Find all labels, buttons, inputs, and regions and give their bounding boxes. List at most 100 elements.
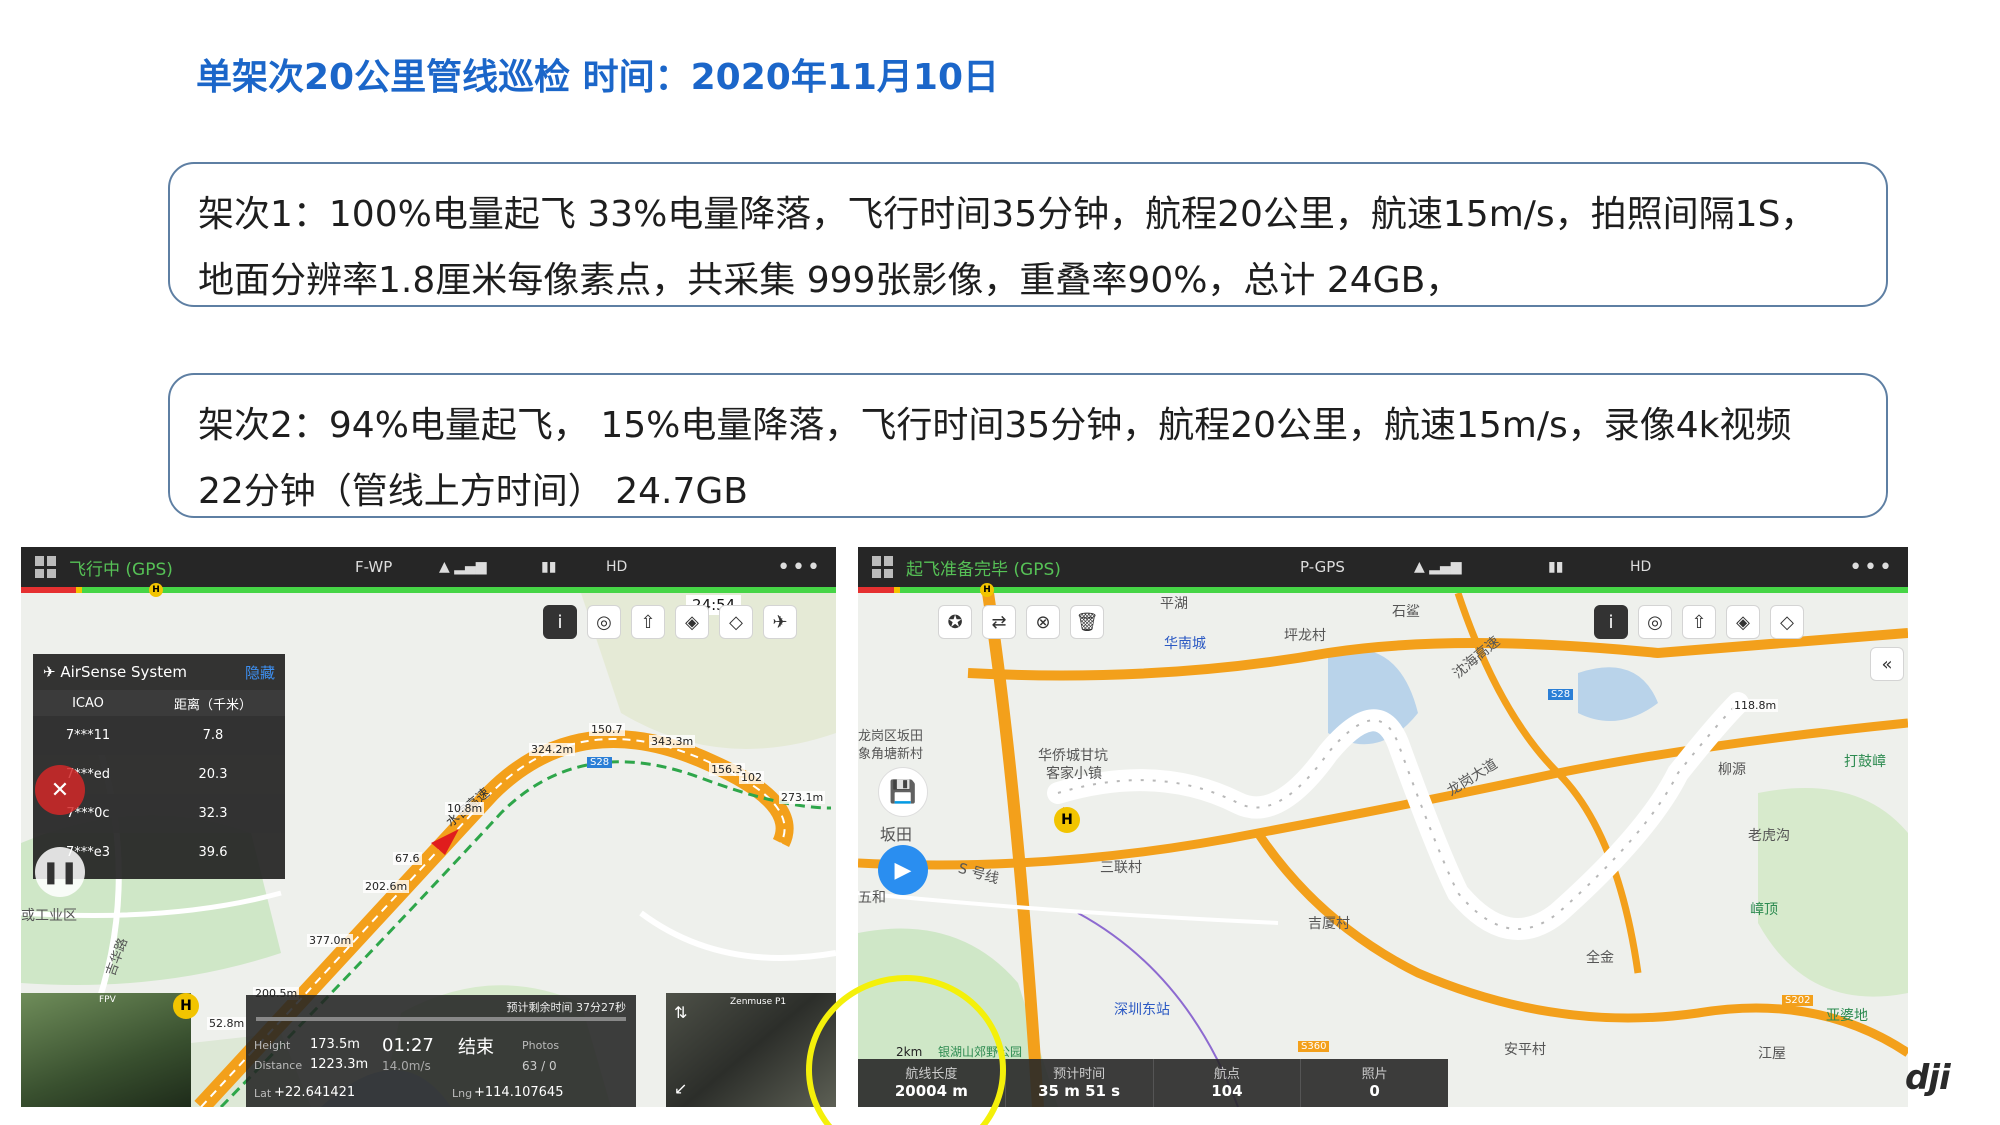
waypoint-distance: 52.8m — [207, 1017, 247, 1030]
distance-value: 1223.3m — [310, 1057, 369, 1072]
top-status-bar: 起飞准备完毕 (GPS) P-GPS ▲ ▂▄▆ ▮▮ HD ••• — [858, 547, 1908, 587]
estimated-time-value: 35 m 51 s — [1038, 1082, 1121, 1100]
map-label: 江屋 — [1758, 1046, 1786, 1062]
collapse-panel-icon[interactable]: « — [1870, 647, 1904, 681]
more-icon[interactable]: ••• — [777, 555, 822, 580]
map-label: 坪龙村 — [1284, 628, 1326, 644]
layers-icon[interactable]: ◈ — [675, 605, 709, 639]
map-label: 安平村 — [1504, 1042, 1546, 1058]
save-route-button[interactable]: 💾 — [878, 767, 928, 817]
airsense-title: AirSense System — [60, 663, 187, 681]
airsense-col-distance: 距离（千米） — [173, 697, 252, 713]
pause-mission-button[interactable]: ❚❚ — [35, 847, 85, 897]
locate-icon[interactable]: ◎ — [1638, 605, 1672, 639]
edit-toolbar: ✪ ⇄ ⊗ 🗑 — [938, 605, 1104, 639]
map-lock-icon[interactable]: ⇧ — [1682, 605, 1716, 639]
height-value: 173.5m — [310, 1037, 360, 1052]
collapse-icon[interactable]: ↙ — [674, 1079, 687, 1098]
map-label: 打鼓嶂 — [1844, 754, 1886, 770]
highway-shield: S202 — [1782, 995, 1814, 1006]
top-status-bar: 飞行中 (GPS) F-WP ▲ ▂▄▆ ▮▮ HD ••• — [21, 547, 836, 587]
map-label: 平湖 — [1160, 596, 1188, 612]
route-icon[interactable]: ⇄ — [982, 605, 1016, 639]
locate-icon[interactable]: ◎ — [587, 605, 621, 639]
highway-shield: S360 — [1298, 1041, 1330, 1052]
estimated-time-label: 预计时间 — [1053, 1067, 1106, 1082]
slide-title: 单架次20公里管线巡检 时间：2020年11月10日 — [196, 57, 1000, 98]
map-label: 石鲨 — [1392, 604, 1420, 620]
map-label: 客家小镇 — [1046, 766, 1102, 782]
highway-shield: S28 — [1548, 689, 1574, 700]
airsense-col-icao: ICAO — [72, 695, 104, 711]
flight-2-info-box: 架次2：94%电量起飞， 15%电量降落，飞行时间35分钟，航程20公里，航速1… — [168, 373, 1888, 518]
info-icon[interactable]: i — [1594, 605, 1628, 639]
longitude-value: +114.107645 — [474, 1085, 564, 1100]
map-lock-icon[interactable]: ⇧ — [631, 605, 665, 639]
waypoint-distance: 324.2m — [529, 743, 576, 756]
flight-icon[interactable]: ✈ — [763, 605, 797, 639]
photos-count: 63 / 0 — [522, 1059, 557, 1073]
flight-2-line-1: 架次2：94%电量起飞， 15%电量降落，飞行时间35分钟，航程20公里，航速1… — [198, 405, 1792, 446]
fpv-camera-preview[interactable]: FPV — [21, 993, 191, 1107]
map-label: 华南城 — [1164, 636, 1206, 652]
map-label: 亚婆地 — [1826, 1008, 1868, 1024]
stop-mission-button[interactable]: ✕ — [35, 765, 85, 815]
area-label: 或工业区 — [21, 908, 77, 924]
flight-2-line-2: 22分钟（管线上方时间） 24.7GB — [198, 471, 749, 512]
clear-icon[interactable]: ⊗ — [1026, 605, 1060, 639]
waypoints-value: 104 — [1211, 1082, 1243, 1100]
map-toolbar: i ◎ ⇧ ◈ ◇ — [1594, 605, 1804, 639]
home-point-marker: H — [149, 583, 163, 597]
map-label: 华侨城甘坑 — [1038, 748, 1108, 764]
map-label: 深圳东站 — [1114, 1002, 1170, 1018]
battery-icon: ▮▮ — [1548, 559, 1564, 575]
delete-icon[interactable]: 🗑 — [1070, 605, 1104, 639]
airsense-hide-button[interactable]: 隐藏 — [245, 662, 275, 683]
waypoint-distance: 102 — [739, 771, 764, 784]
map-label: 老虎沟 — [1748, 828, 1790, 844]
map-view-right[interactable] — [858, 593, 1908, 1107]
battery-bar — [858, 587, 1908, 593]
flight-1-line-2: 地面分辨率1.8厘米每像素点，共采集 999张影像，重叠率90%，总计 24GB… — [198, 260, 1462, 301]
waypoint-distance: 377.0m — [307, 934, 354, 947]
home-point-icon: H — [1054, 807, 1080, 833]
waypoint-distance: 273.1m — [779, 791, 826, 804]
end-button[interactable]: 结束 — [458, 1033, 494, 1059]
hd-label: HD — [606, 559, 628, 575]
flight-app-screenshot-mission-planning: 起飞准备完毕 (GPS) P-GPS ▲ ▂▄▆ ▮▮ HD ••• H ✪ ⇄… — [858, 547, 1908, 1107]
airsense-plane-icon: ✈ — [43, 663, 61, 681]
dji-logo: dji — [1905, 1058, 1951, 1098]
signal-icon: ▲ ▂▄▆ — [439, 559, 487, 575]
more-icon[interactable]: ••• — [1849, 555, 1894, 580]
waypoint-distance: 150.7 — [589, 723, 625, 736]
swap-icon[interactable]: ⇅ — [674, 1003, 687, 1022]
eraser-icon[interactable]: ◇ — [1770, 605, 1804, 639]
mission-clock: 01:27 — [382, 1035, 434, 1056]
battery-bar — [21, 587, 836, 593]
waypoints-label: 航点 — [1213, 1067, 1240, 1082]
map-label: 象角塘新村 — [858, 747, 924, 762]
info-icon[interactable]: i — [543, 605, 577, 639]
airsense-row[interactable]: 7***11 7.8 — [33, 716, 285, 755]
map-label: 吉厦村 — [1308, 916, 1350, 932]
latitude-value: +22.641421 — [274, 1085, 356, 1100]
layers-icon[interactable]: ◈ — [1726, 605, 1760, 639]
highway-shield: S28 — [587, 757, 613, 768]
map-label: 全金 — [1586, 950, 1614, 966]
home-grid-icon[interactable] — [872, 556, 894, 578]
map-label: 嶂顶 — [1750, 902, 1778, 918]
eraser-icon[interactable]: ◇ — [719, 605, 753, 639]
home-point-icon: H — [173, 993, 199, 1019]
waypoint-icon[interactable]: ✪ — [938, 605, 972, 639]
signal-icon: ▲ ▂▄▆ — [1414, 559, 1462, 575]
waypoint-distance: 202.6m — [363, 880, 410, 893]
map-label: 龙岗区坂田 — [858, 729, 924, 744]
map-label: 柳源 — [1718, 762, 1746, 778]
waypoint-distance: 10.8m — [445, 802, 485, 815]
flight-status: 飞行中 (GPS) — [69, 559, 173, 580]
home-grid-icon[interactable] — [35, 556, 57, 578]
flight-1-line-1: 架次1：100%电量起飞 33%电量降落，飞行时间35分钟，航程20公里，航速1… — [198, 194, 1817, 235]
photos-value: 0 — [1369, 1082, 1380, 1100]
waypoint-distance: 118.8m — [1732, 699, 1779, 712]
photos-label: 照片 — [1361, 1067, 1388, 1082]
